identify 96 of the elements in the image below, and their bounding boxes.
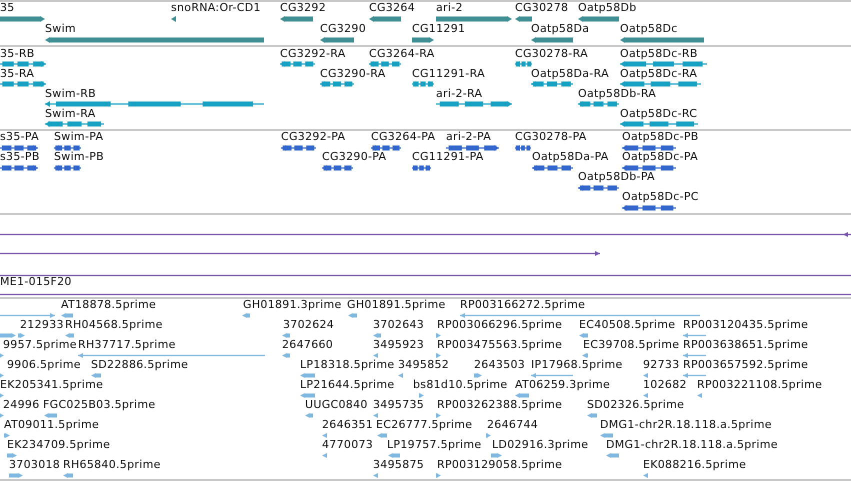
feature-label: 2646351 <box>322 418 374 431</box>
feature-label: 2646744 <box>487 418 538 431</box>
feature-label: CG3264-PA <box>371 131 436 143</box>
feature-label: 4770073 <box>322 438 374 451</box>
feature-label: bs81d10.5prime <box>413 378 508 391</box>
feature-label: CG3292-PA <box>281 131 346 143</box>
feature-label: ari-2-RA <box>436 87 482 100</box>
feature-label: ari-2-PA <box>446 131 492 143</box>
feature-label: ME1-015F20 <box>0 275 72 288</box>
feature-label: Oatp58Da <box>531 22 590 35</box>
feature-label: CG3292-RA <box>280 47 346 60</box>
feature-label: 3703018 <box>9 458 60 471</box>
feature-label: CG3264 <box>369 2 415 14</box>
feature-label: FGC025B03.5prime <box>43 398 156 411</box>
feature-label: AT18878.5prime <box>61 299 156 311</box>
feature-label: RP003120435.5prime <box>683 318 808 331</box>
feature-label: 2647660 <box>282 338 334 351</box>
feature-label: Swim <box>45 22 76 35</box>
feature-label: Swim-PA <box>54 131 104 143</box>
feature-label: DMG1-chr2R.18.118.a.5prime <box>600 418 772 431</box>
feature-label: UUGC0840 <box>305 398 368 411</box>
feature-label: CG3290 <box>320 22 366 35</box>
feature-label: EC39708.5prime <box>583 338 680 351</box>
feature-label: EC26777.5prime <box>376 418 472 431</box>
feature-label: CG3290-RA <box>320 67 386 80</box>
feature-label: CG11291 <box>412 22 466 35</box>
feature-label: Swim-PB <box>54 150 104 163</box>
feature-label: 3495923 <box>373 338 424 351</box>
feature-label: s35-PB <box>0 150 40 163</box>
feature-label: ari-2 <box>436 2 463 14</box>
feature-label: RH37717.5prime <box>78 338 176 351</box>
feature-label: Oatp58Da-PA <box>532 150 609 163</box>
feature-label: Oatp58Db <box>578 2 637 14</box>
feature-label: 102682 <box>643 378 687 391</box>
feature-label: SD22886.5prime <box>91 358 188 371</box>
feature-label: RP003129058.5prime <box>437 458 562 471</box>
feature-label: CG30278 <box>515 2 568 14</box>
feature-label: EC40508.5prime <box>579 318 676 331</box>
feature-label: RP003638651.5prime <box>683 338 808 351</box>
feature-label: 2643503 <box>474 358 526 371</box>
feature-label: snoRNA:Or-CD1 <box>171 2 261 14</box>
feature-label: Oatp58Dc-PC <box>622 190 699 203</box>
feature-label: CG11291-RA <box>412 67 485 80</box>
feature-label: 3495875 <box>373 458 424 471</box>
feature-label: RP003657592.5prime <box>683 358 808 371</box>
feature-label: GH01891.3prime <box>243 299 342 311</box>
feature-label: 35-RA <box>0 67 34 80</box>
feature-label: Oatp58Dc-PB <box>622 131 699 143</box>
feature-label: 9906.5prime <box>7 358 81 371</box>
feature-label: 24996 <box>3 398 40 411</box>
feature-label: AT06259.3prime <box>515 378 610 391</box>
feature-label: LP18318.5prime <box>300 358 394 371</box>
feature-label: CG30278-RA <box>515 47 588 60</box>
feature-label: Swim-RB <box>45 87 96 100</box>
feature-label: GH01891.5prime <box>347 299 446 311</box>
feature-label: Oatp58Db-RA <box>578 87 656 100</box>
feature-label: Oatp58Dc-RA <box>620 67 698 80</box>
feature-label: EK234709.5prime <box>7 438 110 451</box>
feature-label: RH65840.5prime <box>63 458 161 471</box>
feature-label: 92733 <box>643 358 680 371</box>
feature-label: CG30278-PA <box>515 131 587 143</box>
feature-label: EK205341.5prime <box>0 378 104 391</box>
feature-label: Oatp58Da-RA <box>531 67 609 80</box>
feature-label: CG3290-PA <box>322 150 386 163</box>
feature-label: RP003166272.5prime <box>460 299 586 311</box>
feature-label: 3495852 <box>398 358 450 371</box>
feature-label: Oatp58Db-PA <box>578 170 655 183</box>
feature-label: RP003262388.5prime <box>437 398 562 411</box>
feature-label: LD02916.3prime <box>492 438 588 451</box>
feature-label: RH04568.5prime <box>65 318 163 331</box>
feature-label: CG3264-RA <box>369 47 435 60</box>
feature-label: 35-RB <box>0 47 35 60</box>
feature-label: EK088216.5prime <box>643 458 746 471</box>
feature-label: SD02326.5prime <box>587 398 684 411</box>
feature-label: RP003475563.5prime <box>437 338 562 351</box>
feature-label: CG3292 <box>280 2 326 14</box>
feature-label: IP17968.5prime <box>531 358 623 371</box>
feature-label: 3702624 <box>283 318 334 331</box>
feature-label: RP003221108.5prime <box>697 378 822 391</box>
feature-label: Oatp58Dc-RC <box>620 107 698 120</box>
feature-label: Oatp58Dc-PA <box>622 150 698 163</box>
feature-label: AT09011.5prime <box>4 418 100 431</box>
feature-label: Swim-RA <box>45 107 96 120</box>
feature-label: RP003066296.5prime <box>437 318 562 331</box>
feature-label: Oatp58Dc-RB <box>620 47 698 60</box>
feature-label: DMG1-chr2R.18.118.a.5prime <box>606 438 778 451</box>
feature-label: CG11291-PA <box>412 150 484 163</box>
feature-label: LP19757.5prime <box>387 438 482 451</box>
feature-label: 3495735 <box>373 398 424 411</box>
feature-label: LP21644.5prime <box>300 378 394 391</box>
feature-label: Oatp58Dc <box>620 22 678 35</box>
feature-label: 212933 <box>20 318 64 331</box>
feature-label: 35 <box>0 2 15 14</box>
feature-label: s35-PA <box>0 131 39 143</box>
feature-label: 9957.5prime <box>3 338 77 351</box>
feature-label: 3702643 <box>373 318 424 331</box>
